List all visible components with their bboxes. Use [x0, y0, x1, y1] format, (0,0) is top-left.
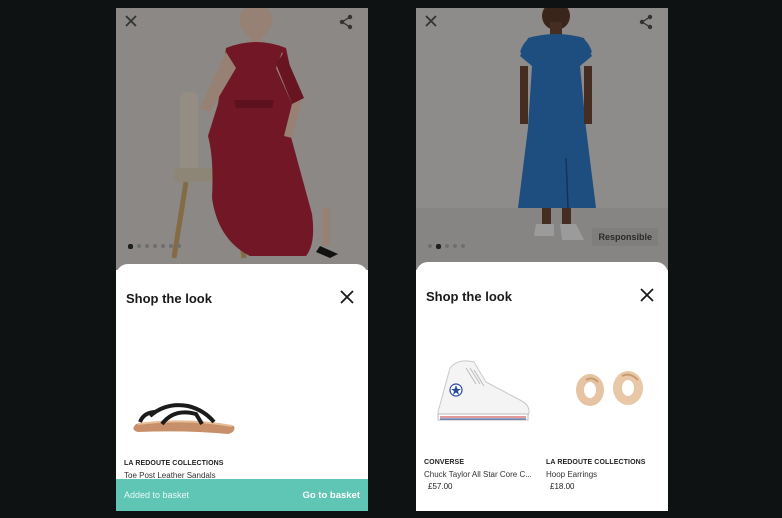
carousel-dot[interactable] [177, 244, 181, 248]
sheet-title: Shop the look [426, 289, 512, 304]
image-overlay [116, 8, 368, 270]
product-brand: LA REDOUTE COLLECTIONS [124, 460, 224, 467]
product-brand: CONVERSE [424, 459, 465, 466]
sandal-image [133, 403, 235, 434]
shop-the-look-sheet: Shop the look LA REDOUTE COLLECTIONS Toe… [116, 264, 368, 511]
share-icon[interactable] [338, 14, 360, 36]
carousel-dot[interactable] [128, 243, 133, 249]
carousel-dot[interactable] [161, 244, 165, 248]
earrings-image [576, 371, 643, 406]
carousel-dot[interactable] [453, 244, 457, 248]
added-to-basket-text: Added to basket [124, 490, 190, 500]
carousel-dot[interactable] [461, 244, 465, 248]
carousel-dot[interactable] [428, 244, 432, 248]
carousel-dot[interactable] [145, 244, 149, 248]
close-icon[interactable] [124, 14, 146, 36]
product-card[interactable]: LA REDOUTE COLLECTIONS Hoop Earrings £18… [542, 322, 668, 492]
carousel-dots [128, 243, 181, 249]
product-brand: LA REDOUTE COLLECTIONS [546, 459, 646, 466]
product-name: Chuck Taylor All Star Core C... [424, 470, 532, 479]
share-icon[interactable] [638, 14, 660, 36]
sheet-title: Shop the look [126, 291, 212, 306]
carousel-dot[interactable] [436, 243, 441, 249]
product-card[interactable]: LA REDOUTE COLLECTIONS Toe Post Leather … [116, 324, 246, 484]
carousel-dot[interactable] [137, 244, 141, 248]
basket-notification-bar: Added to basket Go to basket [116, 479, 368, 511]
carousel-dot[interactable] [445, 244, 449, 248]
product-price: £57.00 [428, 482, 453, 491]
responsible-badge: Responsible [592, 228, 658, 246]
carousel-dots [428, 243, 465, 249]
product-card[interactable]: CONVERSE Chuck Taylor All Star Core C...… [416, 322, 540, 492]
close-icon[interactable] [424, 14, 446, 36]
carousel-dot[interactable] [169, 244, 173, 248]
close-icon[interactable] [636, 284, 658, 306]
product-image-carousel[interactable] [116, 8, 368, 270]
product-image-carousel[interactable]: Responsible [416, 8, 668, 270]
carousel-dot[interactable] [153, 244, 157, 248]
product-screen-right: Responsible Shop the look CONVERSE Chuck… [416, 8, 668, 511]
shop-the-look-sheet: Shop the look CONVERSE Chuck Taylor All … [416, 262, 668, 511]
product-screen-left: Shop the look LA REDOUTE COLLECTIONS Toe… [116, 8, 368, 511]
close-icon[interactable] [336, 286, 358, 308]
product-name: Hoop Earrings [546, 470, 598, 479]
sneaker-image [437, 360, 530, 421]
product-price: £18.00 [550, 482, 575, 491]
go-to-basket-link[interactable]: Go to basket [302, 490, 360, 501]
